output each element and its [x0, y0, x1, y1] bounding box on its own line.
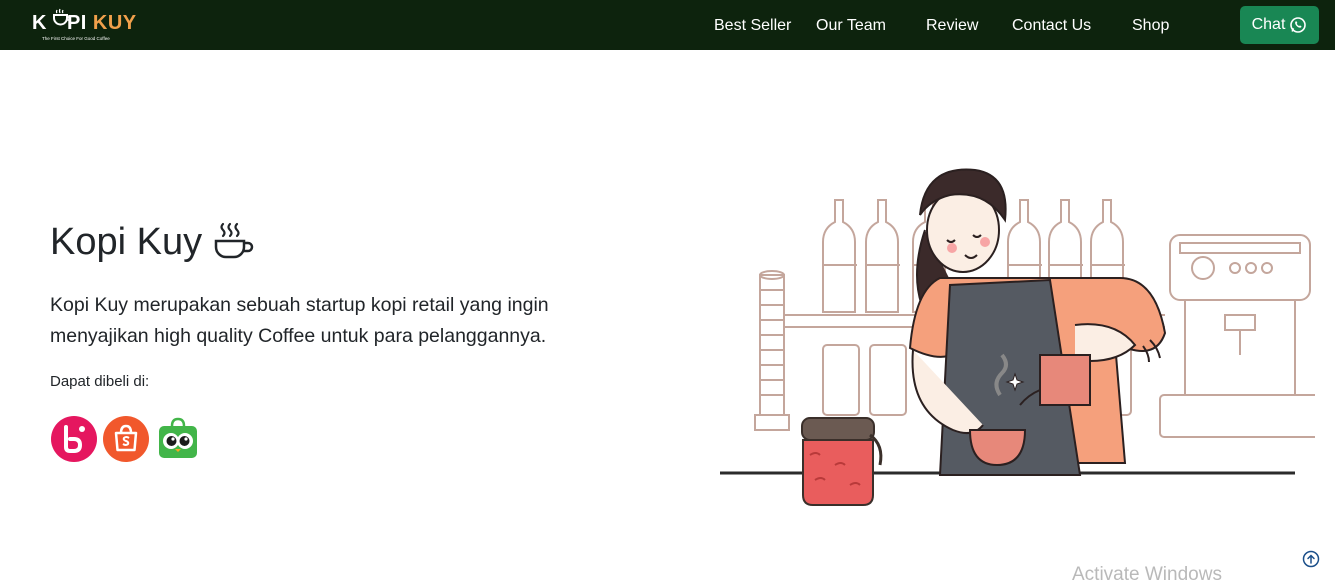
brand-logo[interactable]: K PI KUY The First Choice For Good Coffee: [32, 6, 142, 44]
hero-title: Kopi Kuy: [50, 220, 256, 264]
hero-description: Kopi Kuy merupakan sebuah startup kopi r…: [50, 294, 549, 347]
navbar: K PI KUY The First Choice For Good Coffee…: [0, 0, 1335, 50]
chat-button[interactable]: Chat: [1240, 6, 1319, 44]
nav-item-our-team[interactable]: Our Team: [816, 17, 886, 35]
barista-illustration: [720, 168, 1315, 506]
windows-activation-watermark: Activate Windows: [1072, 564, 1222, 585]
nav-item-contact-us[interactable]: Contact Us: [1012, 17, 1091, 35]
nav-item-review[interactable]: Review: [926, 17, 978, 35]
nav-item-shop[interactable]: Shop: [1132, 17, 1169, 35]
hero-title-text: Kopi Kuy: [50, 220, 203, 263]
shopee-icon[interactable]: [103, 416, 149, 462]
nav-item-best-seller[interactable]: Best Seller: [714, 17, 791, 35]
whatsapp-icon: [1290, 17, 1307, 33]
blibli-icon[interactable]: [51, 416, 97, 462]
buy-label: Dapat dibeli di:: [50, 373, 150, 390]
hot-coffee-icon: [214, 222, 254, 259]
scroll-to-top-icon[interactable]: [1302, 550, 1320, 568]
chat-button-label: Chat: [1251, 16, 1286, 33]
tokopedia-icon[interactable]: [155, 416, 201, 462]
brand-tagline: The First Choice For Good Coffee: [42, 36, 110, 41]
brand-name: K PI KUY: [32, 12, 137, 34]
